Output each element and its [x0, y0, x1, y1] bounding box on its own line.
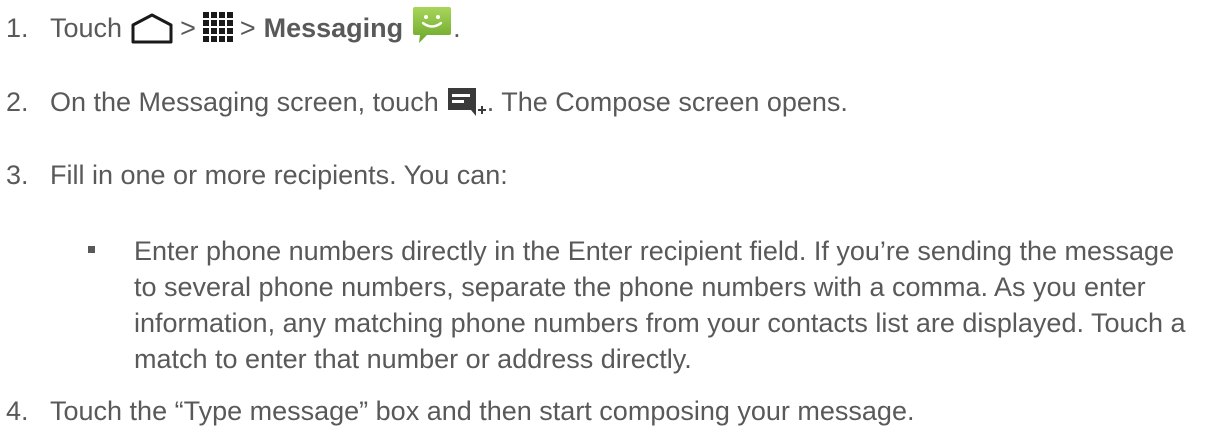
compose-icon	[447, 86, 487, 118]
app-name-messaging: Messaging	[263, 13, 404, 43]
step-text: . The Compose screen opens.	[486, 87, 848, 117]
messaging-app-icon	[411, 5, 453, 45]
step-number: 1.	[6, 13, 29, 43]
home-icon	[130, 12, 174, 44]
step-text: On the Messaging screen, touch	[50, 87, 439, 117]
separator-arrow: >	[239, 13, 256, 43]
separator-arrow: >	[180, 13, 196, 43]
step-text-touch: Touch	[50, 13, 123, 43]
step-number: 4.	[6, 396, 29, 426]
step-text: Touch the “Type message” box and then st…	[50, 396, 915, 426]
square-bullet-icon	[88, 246, 95, 253]
step-text: Fill in one or more recipients. You can:	[50, 160, 508, 190]
step-3: 3. Fill in one or more recipients. You c…	[6, 157, 508, 193]
step-2: 2. On the Messaging screen, touch . The …	[6, 84, 848, 120]
step-text-end: .	[453, 13, 461, 43]
sub-bullet-item: Enter phone numbers directly in the Ente…	[88, 233, 1198, 377]
apps-icon	[202, 11, 234, 43]
step-number: 2.	[6, 87, 29, 117]
sub-bullet-text: Enter phone numbers directly in the Ente…	[134, 236, 1186, 374]
step-1: 1. Touch > > Messaging .	[6, 6, 461, 46]
step-number: 3.	[6, 160, 29, 190]
step-4: 4. Touch the “Type message” box and then…	[6, 393, 914, 429]
